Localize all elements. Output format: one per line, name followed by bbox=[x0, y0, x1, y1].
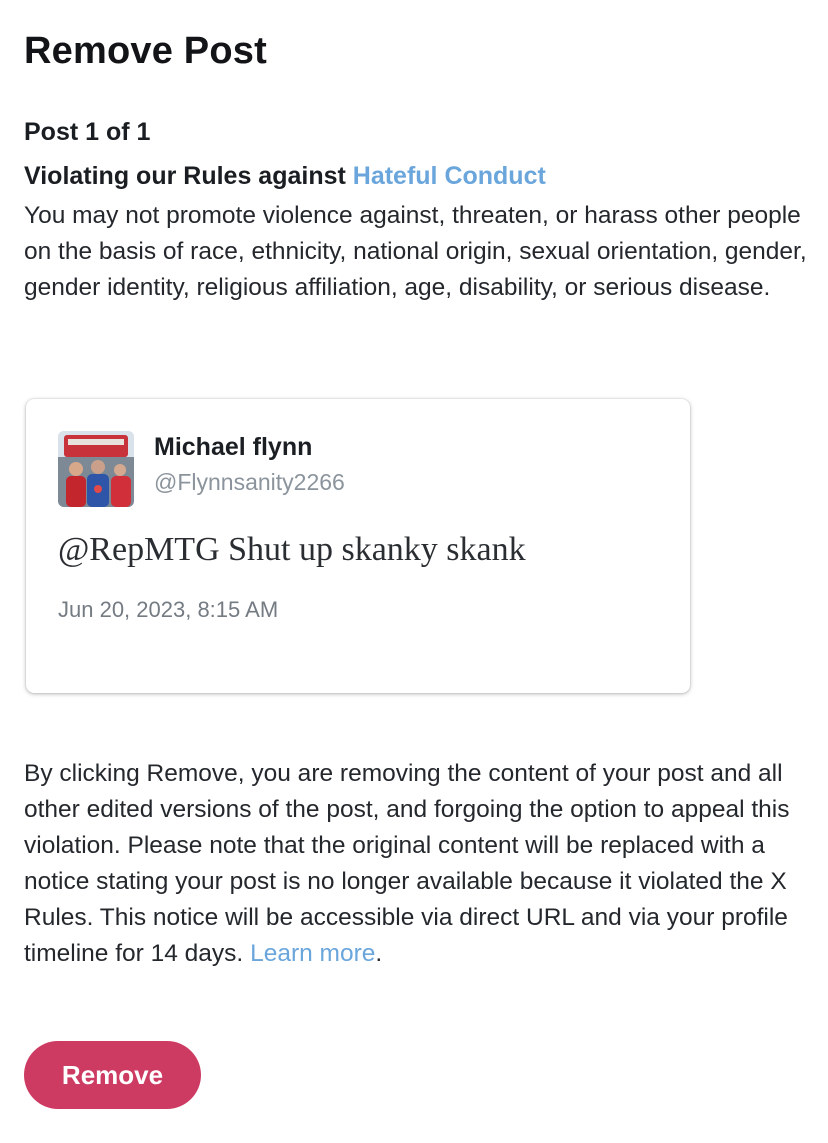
removal-notice: By clicking Remove, you are removing the… bbox=[24, 756, 814, 972]
learn-more-link[interactable]: Learn more bbox=[250, 940, 375, 967]
violation-description: You may not promote violence against, th… bbox=[24, 202, 807, 301]
page-title: Remove Post bbox=[24, 30, 267, 72]
tweet-text: @RepMTG Shut up skanky skank bbox=[58, 531, 526, 568]
remove-button[interactable]: Remove bbox=[24, 1041, 201, 1109]
user-avatar-photo-icon bbox=[58, 431, 134, 507]
tweet-card: Michael flynn @Flynnsanity2266 @RepMTG S… bbox=[26, 399, 690, 693]
author-handle: @Flynnsanity2266 bbox=[154, 469, 345, 495]
tweet-timestamp: Jun 20, 2023, 8:15 AM bbox=[58, 597, 279, 622]
hateful-conduct-link[interactable]: Hateful Conduct bbox=[353, 162, 546, 190]
avatar bbox=[58, 431, 134, 507]
notice-period: . bbox=[375, 940, 383, 967]
violation-heading: Violating our Rules against Hateful Cond… bbox=[24, 162, 546, 191]
violation-heading-text: Violating our Rules against bbox=[24, 162, 353, 190]
post-counter: Post 1 of 1 bbox=[24, 118, 151, 146]
removal-notice-text: By clicking Remove, you are removing the… bbox=[24, 760, 790, 967]
author-name: Michael flynn bbox=[154, 433, 313, 461]
